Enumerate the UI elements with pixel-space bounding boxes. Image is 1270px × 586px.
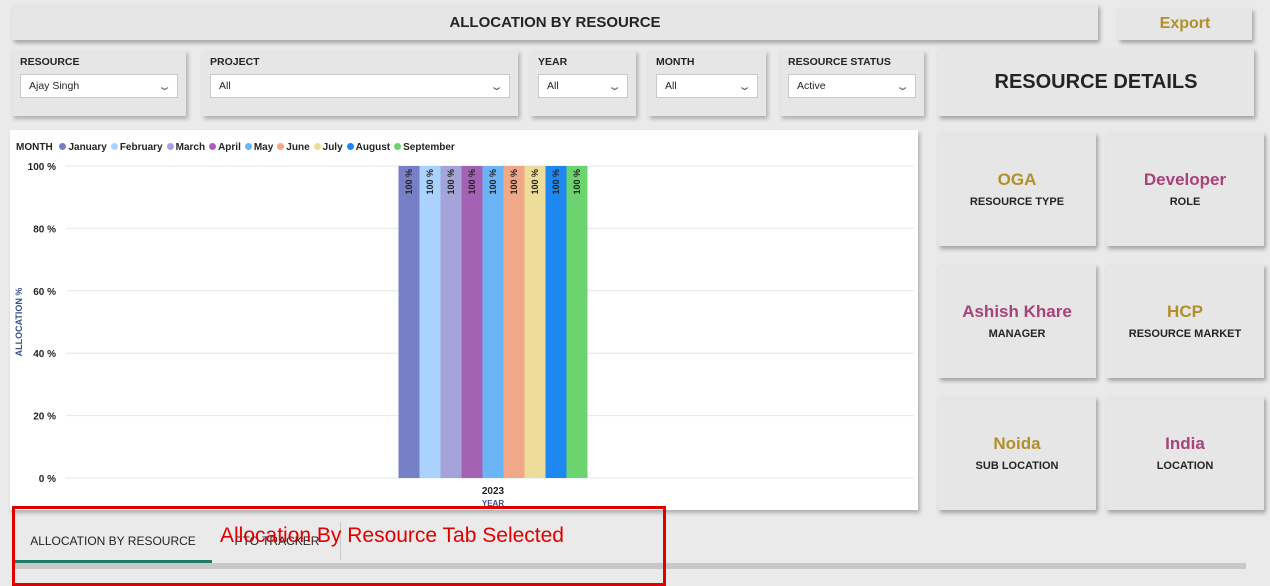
chevron-down-icon: ⌄ — [895, 80, 910, 93]
bar-data-label: 100 % — [467, 169, 477, 195]
resource-type-value: OGA — [997, 170, 1037, 189]
y-tick-label: 60 % — [33, 287, 56, 298]
location-value: India — [1165, 434, 1205, 453]
allocation-chart: MONTH January February March April May June Ju… — [10, 130, 918, 510]
bar-september — [566, 166, 588, 478]
resource-status-dropdown-value: Active — [797, 80, 826, 92]
bar-data-label: 100 % — [509, 169, 519, 195]
bar-february — [419, 166, 441, 478]
bar-data-label: 100 % — [488, 169, 498, 195]
resource-type-label: RESOURCE TYPE — [969, 196, 1065, 208]
chevron-down-icon: ⌄ — [489, 80, 504, 93]
chevron-down-icon: ⌄ — [607, 80, 622, 93]
export-button[interactable]: Export — [1118, 8, 1252, 40]
year-filter-label: YEAR — [538, 56, 568, 68]
resource-market-tile: HCP RESOURCE MARKET — [1106, 264, 1264, 378]
location-tile: India LOCATION — [1106, 396, 1264, 510]
x-tick-label: 2023 — [482, 486, 505, 497]
bar-data-label: 100 % — [572, 169, 582, 195]
bar-july — [524, 166, 546, 478]
year-dropdown[interactable]: All ⌄ — [538, 74, 628, 98]
role-tile: Developer ROLE — [1106, 132, 1264, 246]
y-tick-label: 20 % — [33, 412, 56, 423]
bar-march — [440, 166, 462, 478]
project-filter-label: PROJECT — [210, 56, 260, 68]
resource-status-filter-label: RESOURCE STATUS — [788, 56, 891, 68]
y-tick-label: 40 % — [33, 349, 56, 360]
sub-location-value: Noida — [993, 434, 1041, 453]
annotation-text: Allocation By Resource Tab Selected — [220, 524, 564, 547]
bar-data-label: 100 % — [404, 169, 414, 195]
manager-tile: Ashish Khare MANAGER — [938, 264, 1096, 378]
sub-location-tile: Noida SUB LOCATION — [938, 396, 1096, 510]
manager-value: Ashish Khare — [962, 302, 1072, 321]
location-label: LOCATION — [1156, 460, 1214, 472]
bar-january — [398, 166, 420, 478]
resource-type-tile: OGA RESOURCE TYPE — [938, 132, 1096, 246]
bar-data-label: 100 % — [425, 169, 435, 195]
role-value: Developer — [1143, 170, 1227, 189]
resource-dropdown-value: Ajay Singh — [29, 80, 80, 92]
y-tick-label: 100 % — [28, 162, 56, 173]
month-filter-label: MONTH — [656, 56, 695, 68]
year-filter[interactable]: YEAR All ⌄ — [530, 50, 636, 116]
month-filter[interactable]: MONTH All ⌄ — [648, 50, 766, 116]
resource-filter[interactable]: RESOURCE Ajay Singh ⌄ — [12, 50, 186, 116]
chevron-down-icon: ⌄ — [157, 80, 172, 93]
month-dropdown[interactable]: All ⌄ — [656, 74, 758, 98]
bar-april — [461, 166, 483, 478]
y-axis-label: ALLOCATION % — [14, 288, 24, 357]
bar-data-label: 100 % — [551, 169, 561, 195]
project-dropdown-value: All — [219, 80, 231, 92]
chart-plot: 0 % 20 % 40 % 60 % 80 % 100 % ALLOCATION % 100 … — [14, 162, 914, 508]
bar-june — [503, 166, 525, 478]
role-label: ROLE — [1169, 196, 1201, 208]
month-dropdown-value: All — [665, 80, 677, 92]
bar-data-label: 100 % — [530, 169, 540, 195]
bar-data-label: 100 % — [446, 169, 456, 195]
resource-details-title: RESOURCE DETAILS — [938, 48, 1254, 116]
year-dropdown-value: All — [547, 80, 559, 92]
resource-market-value: HCP — [1167, 302, 1203, 321]
y-tick-label: 80 % — [33, 224, 56, 235]
page-title: ALLOCATION BY RESOURCE — [12, 4, 1098, 40]
resource-filter-label: RESOURCE — [20, 56, 80, 68]
resource-status-filter[interactable]: RESOURCE STATUS Active ⌄ — [780, 50, 924, 116]
sub-location-label: SUB LOCATION — [975, 460, 1059, 472]
resource-dropdown[interactable]: Ajay Singh ⌄ — [20, 74, 178, 98]
project-dropdown[interactable]: All ⌄ — [210, 74, 510, 98]
chevron-down-icon: ⌄ — [737, 80, 752, 93]
manager-label: MANAGER — [988, 328, 1046, 340]
resource-status-dropdown[interactable]: Active ⌄ — [788, 74, 916, 98]
project-filter[interactable]: PROJECT All ⌄ — [202, 50, 518, 116]
resource-market-label: RESOURCE MARKET — [1128, 328, 1242, 340]
y-tick-label: 0 % — [39, 474, 56, 485]
bar-may — [482, 166, 504, 478]
bar-august — [545, 166, 567, 478]
